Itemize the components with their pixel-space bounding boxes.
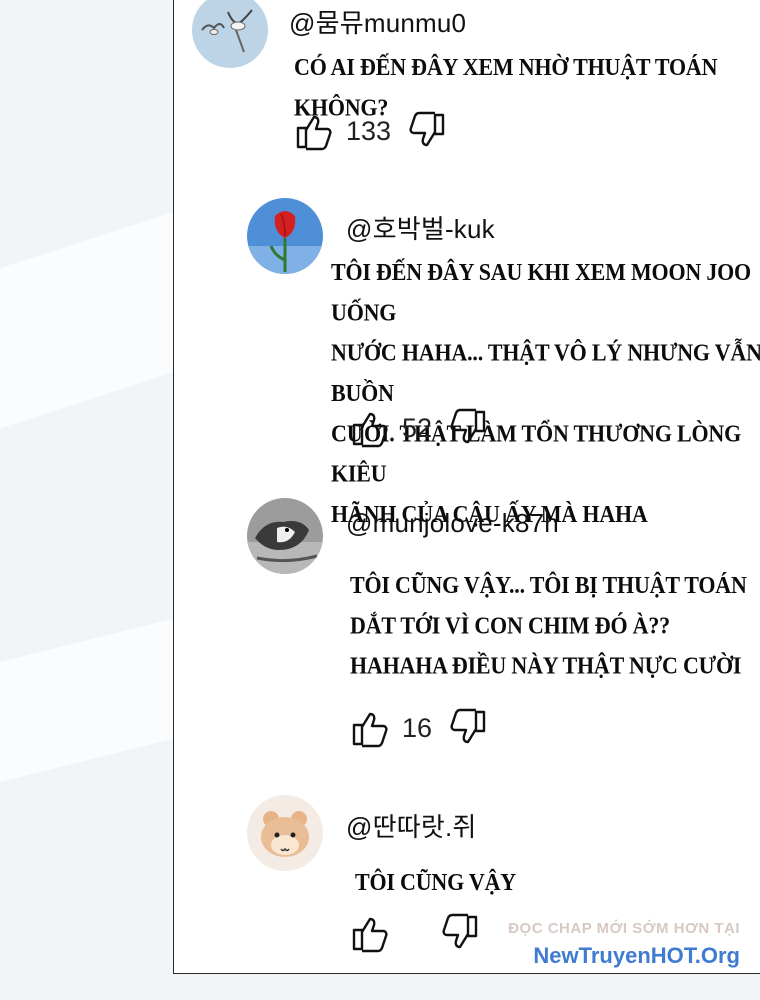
comment-author[interactable]: @munjolove-k87h — [346, 508, 559, 539]
comment-actions — [350, 913, 480, 953]
watermark-line: ĐỌC CHAP MỚI SỚM HƠN TẠI — [508, 920, 740, 937]
comment-text-line: Tôi đến đây sau khi xem Moon Joo uống — [331, 257, 751, 326]
bird-avatar[interactable] — [247, 498, 323, 574]
site-watermark: ĐỌC CHAP MỚI SỚM HƠN TẠI NewTruyenHOT.Or… — [480, 920, 740, 969]
dislike-icon[interactable] — [448, 708, 488, 748]
like-count: 133 — [346, 115, 392, 146]
like-icon[interactable] — [350, 408, 390, 448]
like-count: 52 — [402, 412, 433, 443]
seagulls-avatar[interactable] — [192, 0, 268, 68]
comment-text-line: Tôi cũng vậy... Tôi bị thuật toán — [350, 570, 747, 599]
comment-actions: 16 — [350, 708, 488, 748]
like-count: 16 — [402, 712, 433, 743]
comment-text-line: dắt tới vì con chim đó à?? — [350, 610, 670, 639]
comment-text-line: nước haha... Thật vô lý nhưng vẫn buồn — [331, 338, 760, 407]
tulip-avatar[interactable] — [247, 198, 323, 274]
comment-text-line: Hahaha điều này thật nực cười — [350, 651, 742, 680]
comment-author[interactable]: @딴따랏.쥐 — [346, 807, 477, 844]
dislike-icon[interactable] — [448, 408, 488, 448]
comment-actions: 52 — [350, 408, 488, 448]
background-shape — [0, 618, 175, 782]
like-icon[interactable] — [350, 708, 390, 748]
comment-text: Tôi cũng vậy... Tôi bị thuật toán dắt tớ… — [350, 565, 747, 686]
comment-actions: 133 — [294, 111, 447, 151]
comment-text: Tôi đến đây sau khi xem Moon Joo uống nư… — [331, 252, 760, 534]
like-icon[interactable] — [350, 913, 390, 953]
background-shape — [0, 211, 175, 429]
comment-text: Tôi cũng vậy — [355, 862, 516, 902]
comment-text-line: Tôi cũng vậy — [355, 867, 516, 896]
dislike-icon[interactable] — [440, 913, 480, 953]
comments-panel: @뭄뮤munmu0 Có ai đến đây xem nhờ thuật to… — [173, 0, 760, 974]
watermark-link[interactable]: NewTruyenHOT.Org — [480, 943, 740, 969]
comment-author[interactable]: @뭄뮤munmu0 — [289, 3, 466, 40]
dislike-icon[interactable] — [407, 111, 447, 151]
comment-author[interactable]: @호박벌-kuk — [346, 209, 495, 246]
hamster-avatar[interactable] — [247, 795, 323, 871]
like-icon[interactable] — [294, 111, 334, 151]
